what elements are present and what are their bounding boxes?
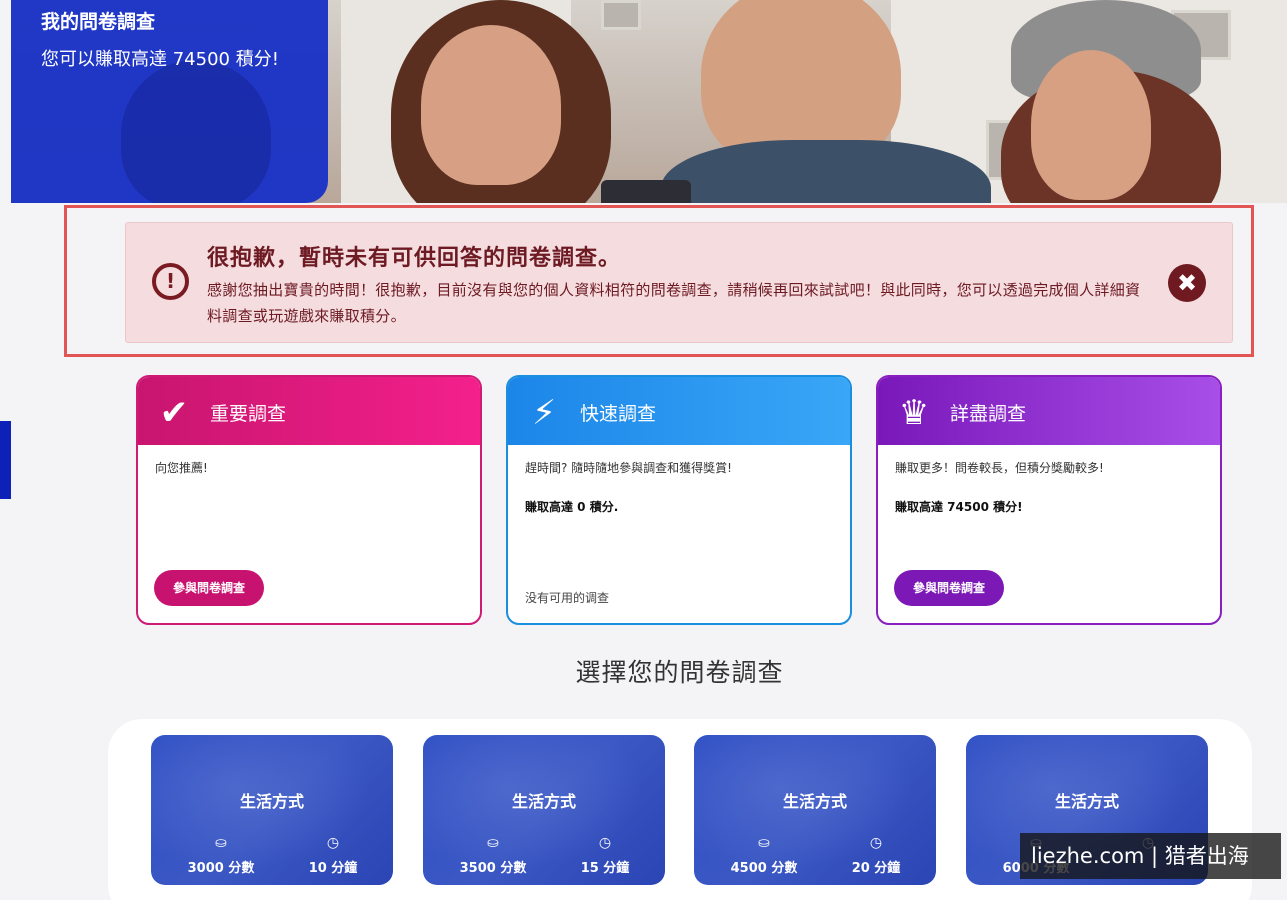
- category-card-important: ✔ 重要調查 向您推薦! 參與問卷調查: [136, 375, 482, 625]
- page-title: 我的問卷調查: [41, 11, 156, 33]
- hero-window: [601, 0, 641, 30]
- coin-icon: ⛀: [215, 835, 227, 851]
- survey-tile-points: ⛀ 4500 分數: [714, 835, 814, 876]
- survey-tile[interactable]: 生活方式 ⛀ 4500 分數 ◷ 20 分鐘: [694, 735, 936, 885]
- close-icon[interactable]: ✖: [1168, 264, 1206, 302]
- hero-overlay-person: [121, 60, 271, 203]
- survey-tile-points: ⛀ 3000 分數: [171, 835, 271, 876]
- survey-tile[interactable]: 生活方式 ⛀ 3500 分數 ◷ 15 分鐘: [423, 735, 665, 885]
- checkmark-icon: ✔: [159, 393, 189, 433]
- survey-tile-title: 生活方式: [239, 792, 304, 811]
- join-survey-button[interactable]: 參與問卷調查: [894, 570, 1004, 606]
- survey-tile-title: 生活方式: [511, 792, 576, 811]
- survey-tile-points: ⛀ 3500 分數: [443, 835, 543, 876]
- category-card-description: 賺取更多！問卷較長，但積分獎勵較多!: [895, 461, 1104, 475]
- hero-subtitle: 您可以賺取高達 74500 積分!: [41, 49, 279, 70]
- survey-tile-time: ◷ 15 分鐘: [555, 835, 655, 876]
- crown-icon: ♛: [898, 393, 930, 433]
- hero-banner: 我的問卷調查 您可以賺取高達 74500 積分!: [11, 0, 1287, 203]
- category-card-title: 詳盡調查: [950, 403, 1027, 425]
- category-card-description: 向您推薦!: [155, 461, 208, 475]
- survey-tile-time: ◷ 20 分鐘: [826, 835, 926, 876]
- category-card-header: ✔ 重要調查: [138, 377, 480, 445]
- category-card-points: 賺取高達 0 積分.: [525, 500, 619, 514]
- page: 我的問卷調查 您可以賺取高達 74500 積分! ! 很抱歉，暫時未有可供回答的…: [0, 0, 1287, 900]
- category-card-detailed: ♛ 詳盡調查 賺取更多！問卷較長，但積分獎勵較多! 賺取高達 74500 積分!…: [876, 375, 1222, 625]
- survey-tile[interactable]: 生活方式 ⛀ 3000 分數 ◷ 10 分鐘: [151, 735, 393, 885]
- alert-title: 很抱歉，暫時未有可供回答的問卷調查。: [207, 246, 622, 271]
- survey-tile-points-value: 3000 分數: [187, 861, 255, 876]
- clock-icon: ◷: [869, 835, 883, 851]
- hero-person-face: [421, 25, 561, 185]
- survey-tile-title: 生活方式: [782, 792, 847, 811]
- survey-tile-time-value: 15 分鐘: [580, 861, 630, 876]
- survey-tile-time: ◷ 10 分鐘: [283, 835, 383, 876]
- category-card-header: ♛ 詳盡調查: [878, 377, 1220, 445]
- category-card-title: 快速調查: [580, 403, 657, 425]
- hero-phone: [601, 180, 691, 203]
- category-card-quick: ⚡ 快速調查 趕時間? 隨時隨地參與調查和獲得獎賞! 賺取高達 0 積分. 没有…: [506, 375, 852, 625]
- side-tab[interactable]: [0, 421, 11, 499]
- survey-tile-points-value: 3500 分數: [459, 861, 527, 876]
- category-card-points: 賺取高達 74500 積分!: [895, 500, 1023, 514]
- survey-tile-time-value: 10 分鐘: [308, 861, 358, 876]
- watermark: liezhe.com | 猎者出海: [1020, 833, 1281, 879]
- no-surveys-text: 没有可用的调查: [525, 591, 610, 605]
- survey-tile-time-value: 20 分鐘: [851, 861, 901, 876]
- category-card-title: 重要調查: [210, 403, 287, 425]
- exclamation-icon: !: [152, 263, 189, 300]
- survey-tile-title: 生活方式: [1054, 792, 1119, 811]
- section-title: 選擇您的問卷調查: [575, 658, 784, 687]
- category-card-description: 趕時間? 隨時隨地參與調查和獲得獎賞!: [525, 461, 732, 475]
- coin-icon: ⛀: [487, 835, 499, 851]
- hero-person-face: [1031, 50, 1151, 200]
- category-card-header: ⚡ 快速調查: [508, 377, 850, 445]
- lightning-icon: ⚡: [532, 393, 556, 433]
- clock-icon: ◷: [598, 835, 612, 851]
- survey-tile-points-value: 4500 分數: [730, 861, 798, 876]
- join-survey-button[interactable]: 參與問卷調查: [154, 570, 264, 606]
- clock-icon: ◷: [326, 835, 340, 851]
- alert-message: 感謝您抽出寶貴的時間！很抱歉，目前沒有與您的個人資料相符的問卷調查，請稍候再回來…: [207, 281, 1141, 325]
- coin-icon: ⛀: [758, 835, 770, 851]
